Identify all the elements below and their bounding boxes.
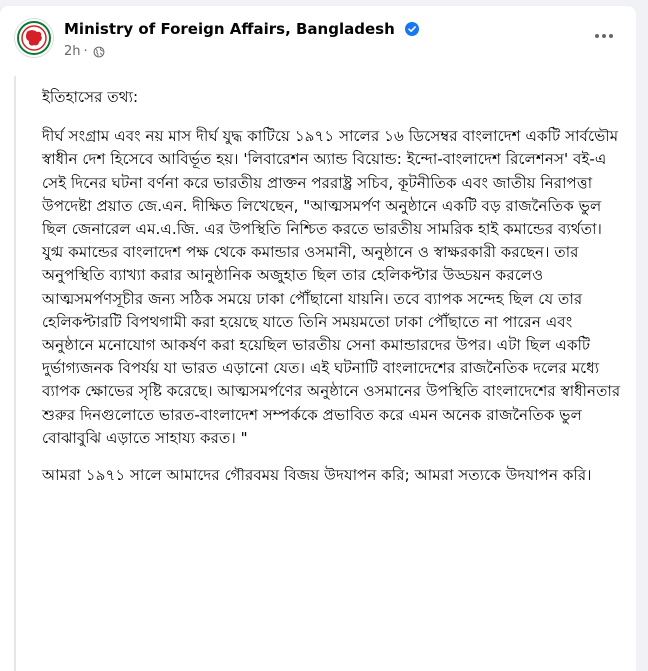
post-body: ইতিহাসের তথ্য: দীর্ঘ সংগ্রাম এবং নয় মাস… bbox=[14, 76, 622, 671]
ministry-emblem-icon bbox=[17, 21, 51, 55]
post-paragraph: দীর্ঘ সংগ্রাম এবং নয় মাস দীর্ঘ যুদ্ধ কা… bbox=[42, 127, 621, 447]
post-meta: 2h · bbox=[64, 44, 105, 59]
post-closing: আমরা ১৯৭১ সালে আমাদের গৌরবময় বিজয় উদযা… bbox=[42, 466, 592, 485]
verified-badge-icon bbox=[405, 22, 419, 36]
post-card: Ministry of Foreign Affairs, Bangladesh … bbox=[0, 6, 636, 671]
page-name-text[interactable]: Ministry of Foreign Affairs, Bangladesh bbox=[64, 20, 395, 38]
more-options-icon-dot bbox=[602, 34, 606, 38]
page-name-link[interactable]: Ministry of Foreign Affairs, Bangladesh bbox=[64, 20, 419, 38]
adjacent-column-edge bbox=[636, 0, 648, 671]
quote-rule bbox=[14, 76, 16, 671]
post-text: ইতিহাসের তথ্য: দীর্ঘ সংগ্রাম এবং নয় মাস… bbox=[42, 86, 622, 501]
feed-background: Ministry of Foreign Affairs, Bangladesh … bbox=[0, 0, 648, 671]
more-options-button[interactable] bbox=[586, 24, 622, 48]
post-heading: ইতিহাসের তথ্য: bbox=[42, 88, 139, 106]
more-options-icon-dot bbox=[609, 34, 613, 38]
post-time-link[interactable]: 2h bbox=[64, 44, 81, 59]
globe-icon[interactable] bbox=[93, 46, 105, 58]
page-avatar[interactable] bbox=[14, 18, 54, 58]
more-options-icon bbox=[595, 34, 599, 38]
meta-separator: · bbox=[83, 44, 88, 59]
post-header: Ministry of Foreign Affairs, Bangladesh … bbox=[14, 16, 622, 66]
